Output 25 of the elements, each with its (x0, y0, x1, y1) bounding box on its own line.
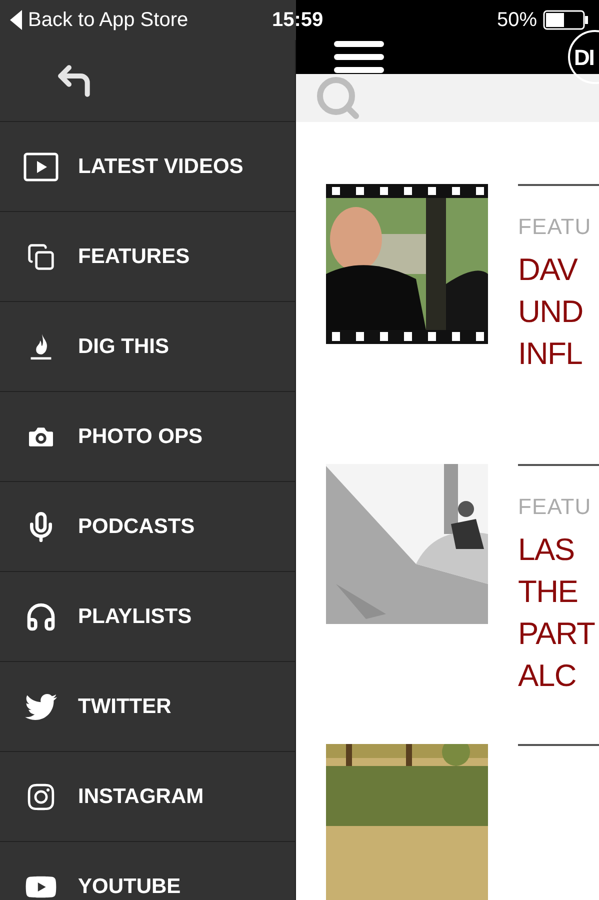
search-field[interactable] (296, 74, 599, 122)
menu-item[interactable]: YOUTUBE (0, 842, 295, 900)
back-to-app-store-link[interactable]: Back to App Store (28, 5, 188, 35)
menu-item[interactable]: INSTAGRAM (0, 752, 295, 842)
menu-item[interactable]: LATEST VIDEOS (0, 122, 295, 212)
article-title[interactable]: LAS THE PART ALC (518, 529, 599, 697)
back-triangle-icon (10, 10, 22, 30)
article-category: FEATU (518, 493, 592, 521)
menu-icon[interactable] (334, 40, 384, 74)
menu-item[interactable]: PODCASTS (0, 482, 295, 572)
status-time: 15:59 (272, 8, 324, 33)
menu-item[interactable]: PLAYLISTS (0, 572, 295, 662)
battery-icon (543, 10, 589, 30)
menu-item[interactable]: PHOTO OPS (0, 392, 295, 482)
article-category: FEATU (518, 213, 592, 241)
menu-item[interactable]: TWITTER (0, 662, 295, 752)
battery-percentage: 50% (496, 8, 537, 33)
menu-item[interactable]: DIG THIS (0, 302, 295, 392)
copy-icon (27, 242, 55, 270)
instagram-icon (26, 782, 56, 812)
headphones-icon (25, 600, 57, 632)
search-icon (314, 74, 362, 122)
menu-item[interactable]: FEATURES (0, 212, 295, 302)
article-title[interactable]: DAV UND INFL (518, 249, 599, 375)
play-icon (23, 152, 59, 182)
